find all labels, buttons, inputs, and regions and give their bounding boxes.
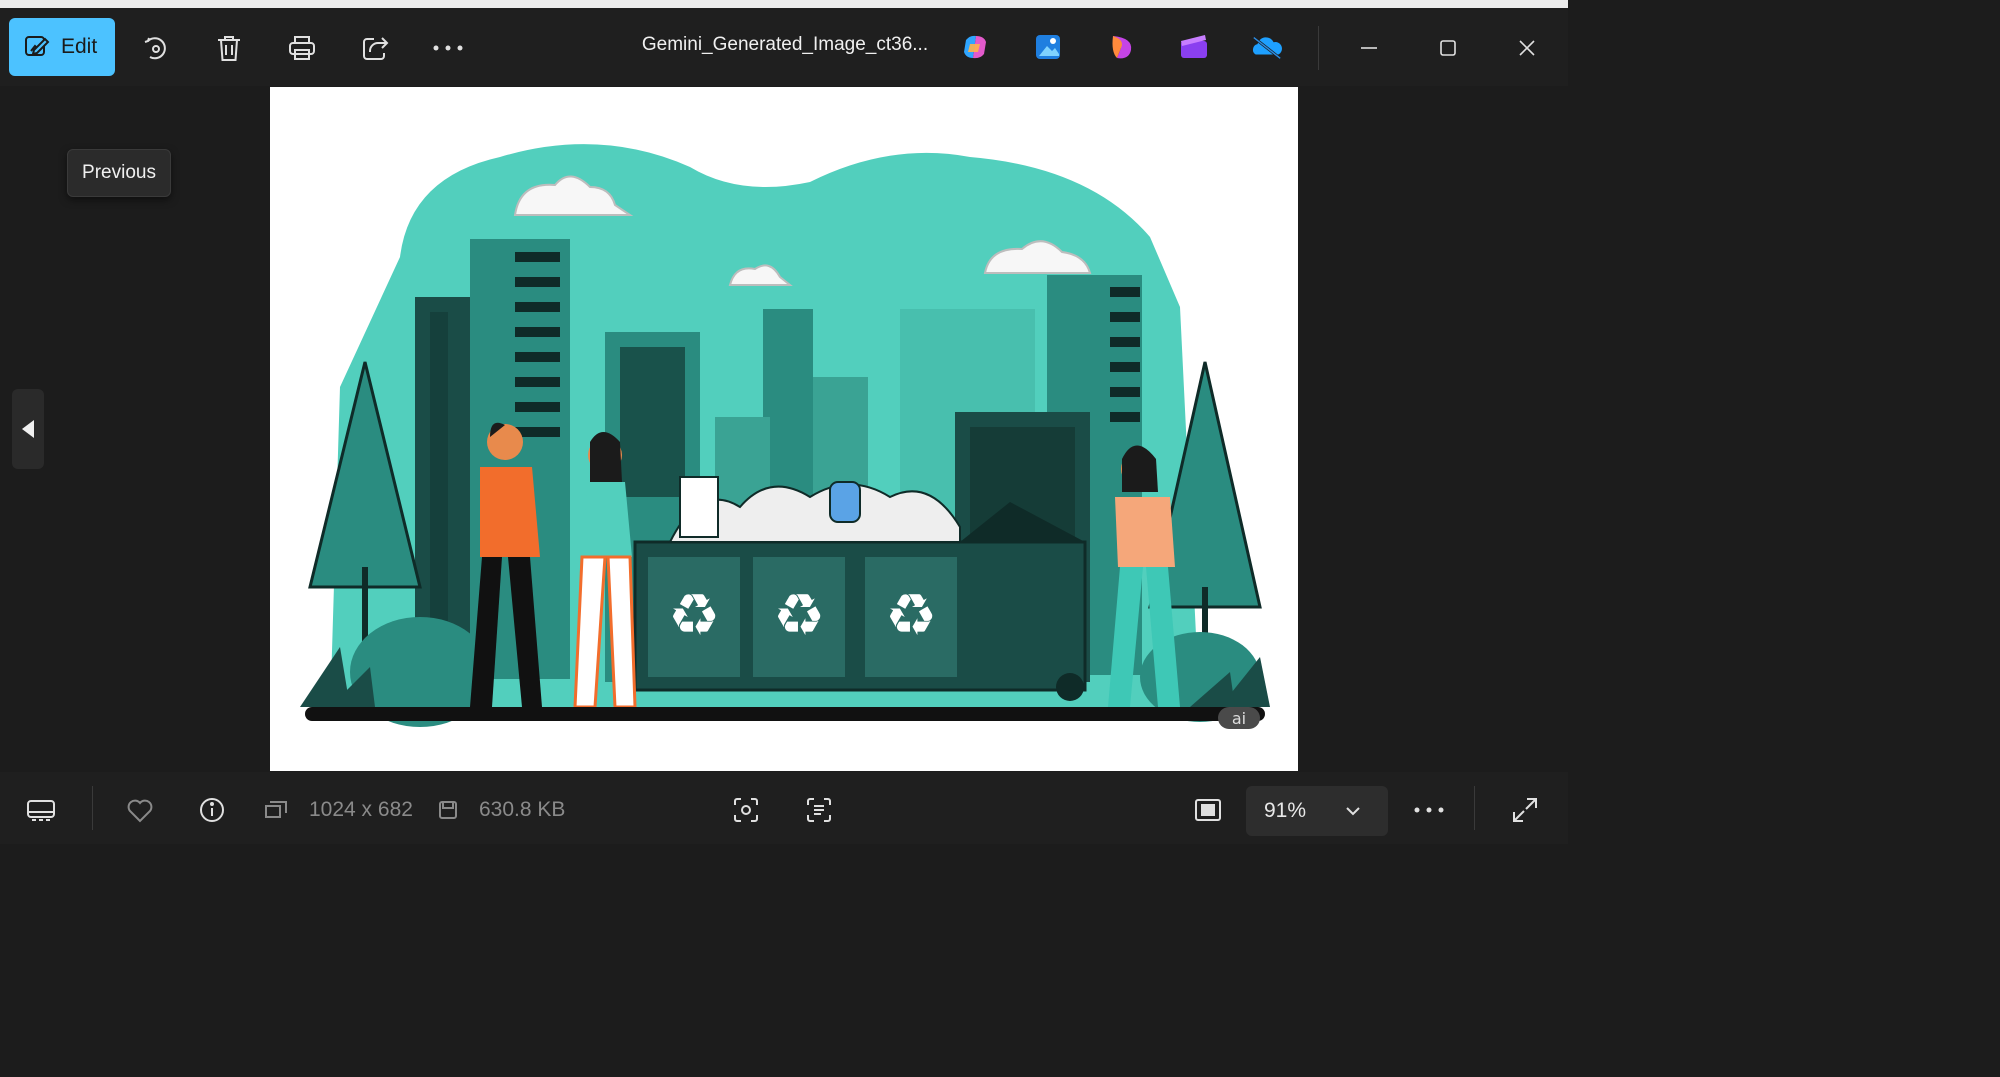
copilot-icon[interactable] (958, 30, 992, 64)
onedrive-icon[interactable] (1250, 30, 1284, 64)
bottom-divider-right (1474, 786, 1475, 830)
more-icon[interactable] (428, 28, 468, 68)
window-top-edge (0, 0, 1568, 8)
actual-size-icon[interactable] (1190, 792, 1226, 828)
minimize-icon[interactable] (1345, 26, 1393, 70)
svg-text:♻: ♻ (885, 581, 937, 649)
svg-text:♻: ♻ (773, 581, 825, 649)
close-icon[interactable] (1503, 26, 1551, 70)
previous-tooltip: Previous (67, 149, 171, 197)
visual-search-icon[interactable] (728, 792, 764, 828)
share-icon[interactable] (355, 28, 395, 68)
favorite-icon[interactable] (122, 792, 158, 828)
maximize-icon[interactable] (1424, 26, 1472, 70)
top-toolbar: Edit Gemini_Generated_Image_ct36... (0, 8, 1568, 86)
edit-button[interactable]: Edit (9, 18, 115, 76)
caret-left-icon (22, 420, 34, 438)
fullscreen-icon[interactable] (1507, 792, 1543, 828)
ai-watermark: ai (1232, 709, 1246, 728)
file-size: 630.8 KB (479, 798, 566, 821)
bottom-bar: 1024 x 682 630.8 KB 91% (0, 772, 1568, 844)
file-size-icon (433, 792, 463, 828)
zoom-level: 91% (1264, 799, 1307, 822)
delete-icon[interactable] (209, 28, 249, 68)
tooltip-text: Previous (82, 162, 156, 183)
dimensions-icon (261, 792, 291, 828)
zoom-dropdown[interactable]: 91% (1246, 786, 1388, 836)
svg-text:♻: ♻ (668, 581, 720, 649)
file-title: Gemini_Generated_Image_ct36... (641, 34, 929, 55)
image-dimensions: 1024 x 682 (309, 798, 413, 821)
bottom-divider (92, 786, 93, 830)
photos-icon[interactable] (1031, 30, 1065, 64)
recycling-illustration: ♻ ♻ ♻ ai (300, 144, 1270, 729)
designer-icon[interactable] (1105, 30, 1139, 64)
print-icon[interactable] (282, 28, 322, 68)
more-options-icon[interactable] (1409, 792, 1449, 828)
edit-label: Edit (61, 35, 98, 58)
edit-icon (25, 36, 50, 56)
filmstrip-icon[interactable] (23, 792, 59, 828)
rotate-icon[interactable] (136, 28, 176, 68)
clipchamp-icon[interactable] (1177, 30, 1211, 64)
toolbar-divider (1318, 26, 1319, 70)
text-scan-icon[interactable] (801, 792, 837, 828)
previous-button[interactable] (12, 389, 44, 469)
info-icon[interactable] (194, 792, 230, 828)
chevron-down-icon (1346, 807, 1360, 816)
image-viewport[interactable]: ♻ ♻ ♻ ai (270, 87, 1298, 771)
